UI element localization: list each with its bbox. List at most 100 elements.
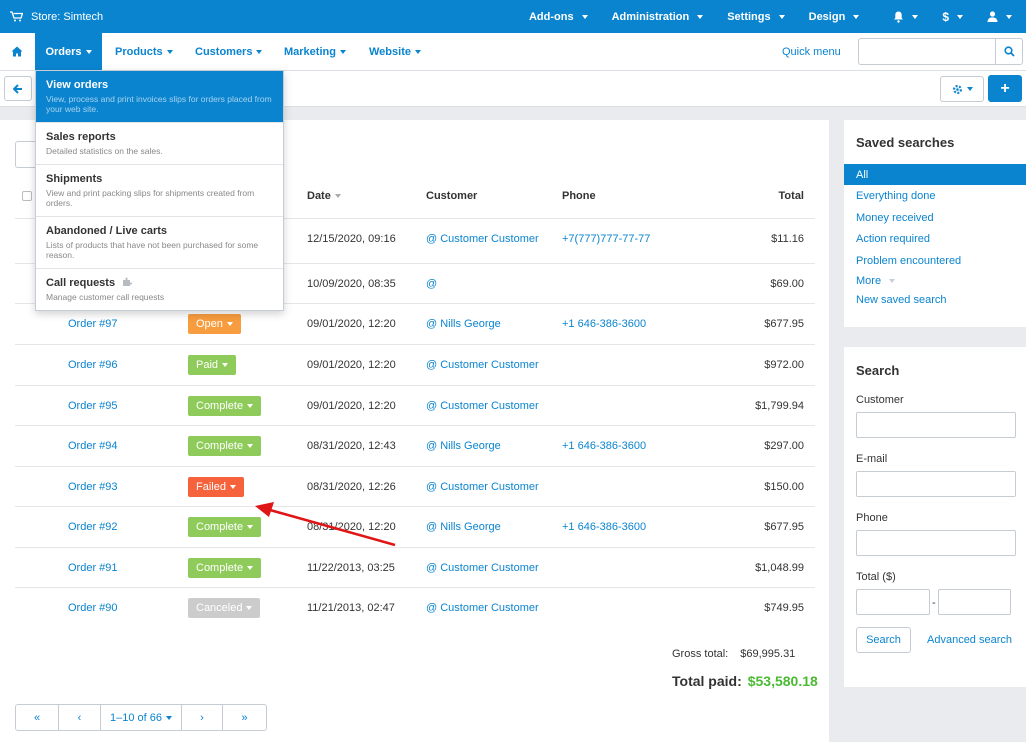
select-all-checkbox[interactable] [22, 191, 32, 201]
menu-item-title: Sales reports [46, 131, 116, 143]
top-bar: Store: Simtech Add-ons Administration Se… [0, 0, 1026, 33]
customer-link[interactable]: @ Customer Customer [426, 386, 539, 426]
nav-products[interactable]: Products [115, 33, 173, 70]
notifications-menu[interactable] [881, 0, 930, 33]
nav-customers[interactable]: Customers [195, 33, 263, 70]
settings-dropdown-button[interactable] [940, 76, 984, 102]
order-total: $1,048.99 [755, 562, 804, 574]
menu-item-shipments[interactable]: Shipments View and print packing slips f… [36, 165, 283, 217]
menu-item-sales-reports[interactable]: Sales reports Detailed statistics on the… [36, 123, 283, 165]
saved-search-problem-encountered[interactable]: Problem encountered [844, 250, 1026, 271]
email-field[interactable] [856, 471, 1016, 497]
phone-link[interactable]: +1 646-386-3600 [562, 426, 646, 466]
customer-link[interactable]: @ Customer Customer [426, 219, 539, 259]
chevron-down-icon [247, 444, 254, 448]
order-link[interactable]: Order #91 [68, 548, 118, 588]
order-date: 08/31/2020, 12:43 [307, 440, 396, 452]
menu-item-view-orders[interactable]: View orders View, process and print invo… [36, 71, 283, 123]
customer-field[interactable] [856, 412, 1016, 438]
store-switcher[interactable]: Store: Simtech [10, 0, 103, 33]
quick-menu-link[interactable]: Quick menu [782, 33, 841, 70]
total-from-field[interactable] [856, 589, 930, 615]
next-page-button[interactable]: › [182, 705, 223, 730]
advanced-search-link[interactable]: Advanced search [927, 634, 1012, 646]
order-link[interactable]: Order #95 [68, 386, 118, 426]
table-row[interactable]: Order #95 09/01/2020, 12:20 @ Customer Cus… [15, 385, 815, 425]
customer-link[interactable]: @ Nills George [426, 426, 501, 466]
currency-menu[interactable]: $ [930, 0, 975, 33]
administration-menu[interactable]: Administration [600, 0, 716, 33]
table-row[interactable]: Order #91 11/22/2013, 03:25 @ Customer Cus… [15, 547, 815, 587]
status-dropdown[interactable]: Complete [188, 396, 262, 416]
page-range-select[interactable]: 1–10 of 66 [101, 705, 182, 730]
status-label: Complete [196, 521, 244, 533]
global-search-button[interactable] [995, 38, 1023, 65]
saved-search-everything-done[interactable]: Everything done [844, 185, 1026, 206]
phone-column-header[interactable]: Phone [562, 182, 596, 210]
status-dropdown[interactable]: Complete [188, 436, 262, 456]
customer-link[interactable]: @ Nills George [426, 304, 501, 344]
table-row[interactable]: Order #90 11/21/2013, 02:47 @ Customer Cus… [15, 587, 815, 627]
status-dropdown[interactable]: Complete [188, 517, 262, 537]
date-column-header[interactable]: Date [307, 182, 341, 210]
total-to-field[interactable] [938, 589, 1011, 615]
nav-orders[interactable]: Orders [35, 33, 102, 70]
total-column-header[interactable]: Total [760, 182, 804, 210]
menu-item-call-requests[interactable]: Call requests Manage customer call reque… [36, 269, 283, 311]
user-menu[interactable] [975, 0, 1026, 33]
table-row[interactable]: Order #96 09/01/2020, 12:20 @ Customer Cus… [15, 344, 815, 384]
order-total: $69.00 [770, 278, 804, 290]
addons-menu[interactable]: Add-ons [517, 0, 600, 33]
order-link[interactable]: Order #94 [68, 426, 118, 466]
saved-search-money-received[interactable]: Money received [844, 207, 1026, 228]
back-button[interactable] [4, 76, 32, 101]
status-dropdown[interactable]: Failed [188, 477, 244, 497]
new-saved-search-link[interactable]: New saved search [844, 289, 1026, 310]
customer-column-header[interactable]: Customer [426, 182, 477, 210]
status-dropdown[interactable]: Paid [188, 355, 237, 375]
home-button[interactable] [0, 33, 34, 70]
saved-search-action-required[interactable]: Action required [844, 228, 1026, 249]
status-dropdown[interactable]: Canceled [188, 598, 261, 618]
add-order-button[interactable]: + [988, 75, 1022, 102]
first-page-button[interactable]: « [16, 705, 59, 730]
gross-total-value: $69,995.31 [740, 648, 796, 660]
nav-website[interactable]: Website [369, 33, 421, 70]
customer-link[interactable]: @ Nills George [426, 507, 501, 547]
order-link[interactable]: Order #92 [68, 507, 118, 547]
saved-search-all[interactable]: All [844, 164, 1026, 185]
menu-item-title: Shipments [46, 173, 103, 185]
order-link[interactable]: Order #93 [68, 467, 118, 507]
customer-link[interactable]: @ Customer Customer [426, 467, 539, 507]
main-nav: Orders Products Customers Marketing Webs… [0, 33, 1026, 71]
nav-marketing[interactable]: Marketing [284, 33, 346, 70]
customer-link[interactable]: @ [426, 264, 437, 304]
chevron-down-icon [166, 49, 173, 54]
phone-link[interactable]: +1 646-386-3600 [562, 507, 646, 547]
customer-link[interactable]: @ Customer Customer [426, 548, 539, 588]
customer-link[interactable]: @ Customer Customer [426, 345, 539, 385]
status-dropdown[interactable]: Complete [188, 558, 262, 578]
table-row[interactable]: Order #92 08/31/2020, 12:20 @ Nills George… [15, 506, 815, 546]
settings-menu[interactable]: Settings [715, 0, 796, 33]
nav-products-label: Products [115, 45, 163, 58]
design-menu[interactable]: Design [797, 0, 872, 33]
total-paid-label: Total paid: [672, 673, 742, 689]
order-link[interactable]: Order #96 [68, 345, 118, 385]
order-total: $297.00 [764, 440, 804, 452]
last-page-button[interactable]: » [223, 705, 266, 730]
phone-link[interactable]: +7(777)777-77-77 [562, 219, 650, 259]
prev-page-button[interactable]: ‹ [59, 705, 101, 730]
customer-link[interactable]: @ Customer Customer [426, 588, 539, 628]
order-link[interactable]: Order #90 [68, 588, 118, 628]
menu-item-abandoned-carts[interactable]: Abandoned / Live carts Lists of products… [36, 217, 283, 269]
saved-search-more[interactable]: More [844, 270, 1026, 291]
phone-field[interactable] [856, 530, 1016, 556]
table-row[interactable]: Order #93 08/31/2020, 12:26 @ Customer Cus… [15, 466, 815, 506]
phone-link[interactable]: +1 646-386-3600 [562, 304, 646, 344]
chevron-down-icon [246, 606, 253, 610]
table-row[interactable]: Order #94 08/31/2020, 12:43 @ Nills George… [15, 425, 815, 465]
global-search-input[interactable] [858, 38, 995, 65]
status-dropdown[interactable]: Open [188, 314, 241, 334]
search-button[interactable]: Search [856, 627, 911, 653]
